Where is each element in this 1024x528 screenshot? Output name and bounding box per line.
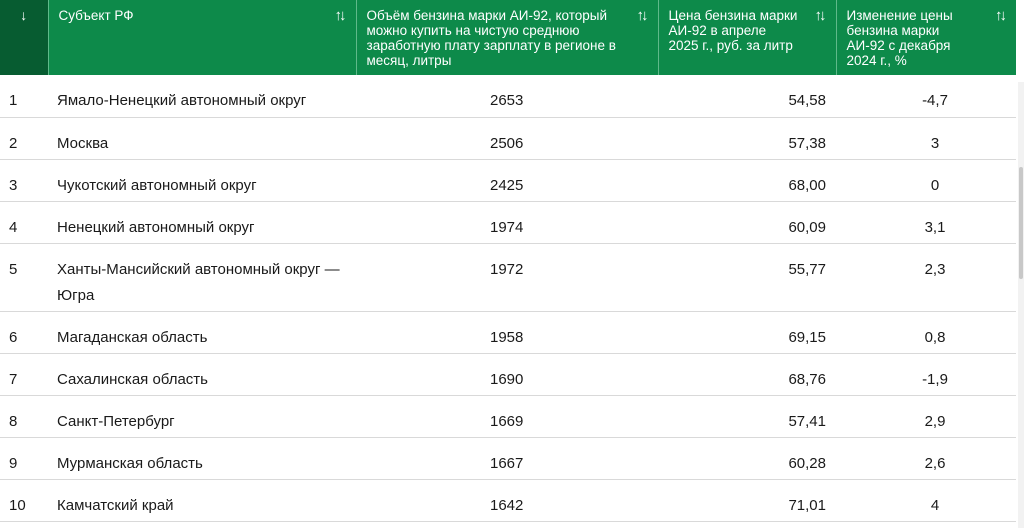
column-header-change[interactable]: Изменение цены бензина марки АИ-92 с дек… [836, 0, 1016, 75]
change-cell: 2,3 [836, 243, 1016, 312]
column-header-label: Субъект РФ [58, 8, 134, 23]
table-row: 8 Санкт-Петербург 1669 57,41 2,9 [0, 395, 1016, 438]
column-header-label: Цена бензина марки АИ-92 в апреле 2025 г… [668, 8, 798, 53]
sort-icon[interactable]: ↑↓ [637, 8, 649, 23]
price-cell: 54,58 [658, 75, 836, 118]
price-cell: 71,01 [658, 479, 836, 522]
change-cell: 3,1 [836, 201, 1016, 244]
row-number: 2 [0, 117, 48, 160]
column-header-subject[interactable]: Субъект РФ ↑↓ [48, 0, 357, 75]
column-header-label: Объём бензина марки АИ-92, который можно… [366, 8, 616, 68]
table-row: 1 Ямало-Ненецкий автономный округ 2653 5… [0, 75, 1016, 118]
vertical-scrollbar[interactable] [1018, 82, 1024, 528]
subject-cell: Москва [48, 117, 356, 160]
arrow-down-icon[interactable]: ↓ [20, 7, 27, 23]
row-number: 1 [0, 75, 48, 118]
price-cell: 57,38 [658, 117, 836, 160]
change-cell: 0,8 [836, 311, 1016, 354]
liters-cell: 1974 [356, 201, 658, 244]
liters-cell: 2425 [356, 159, 658, 202]
row-number: 5 [0, 243, 48, 312]
table-row: 7 Сахалинская область 1690 68,76 -1,9 [0, 353, 1016, 396]
table-row: 3 Чукотский автономный округ 2425 68,00 … [0, 159, 1016, 202]
subject-cell: Мурманская область [48, 437, 356, 480]
price-cell: 69,15 [658, 311, 836, 354]
table-row: 2 Москва 2506 57,38 3 [0, 117, 1016, 160]
liters-cell: 1669 [356, 395, 658, 438]
liters-cell: 2653 [356, 75, 658, 118]
row-number: 9 [0, 437, 48, 480]
subject-cell: Чукотский автономный округ [48, 159, 356, 202]
column-header-label: Изменение цены бензина марки АИ-92 с дек… [846, 8, 953, 68]
row-number: 8 [0, 395, 48, 438]
sort-icon[interactable]: ↑↓ [335, 8, 347, 23]
liters-cell: 1642 [356, 479, 658, 522]
table-body: 1 Ямало-Ненецкий автономный округ 2653 5… [0, 75, 1016, 522]
liters-cell: 2506 [356, 117, 658, 160]
sort-icon[interactable]: ↑↓ [815, 8, 827, 23]
liters-cell: 1972 [356, 243, 658, 312]
sort-icon[interactable]: ↑↓ [995, 8, 1007, 23]
gasoline-table: ↓ Субъект РФ ↑↓ Объём бензина марки АИ-9… [0, 0, 1016, 522]
price-cell: 68,76 [658, 353, 836, 396]
table-row: 9 Мурманская область 1667 60,28 2,6 [0, 437, 1016, 480]
change-cell: 2,9 [836, 395, 1016, 438]
column-header-price[interactable]: Цена бензина марки АИ-92 в апреле 2025 г… [658, 0, 837, 75]
subject-cell: Камчатский край [48, 479, 356, 522]
subject-cell: Сахалинская область [48, 353, 356, 396]
liters-cell: 1667 [356, 437, 658, 480]
liters-cell: 1690 [356, 353, 658, 396]
change-cell: 3 [836, 117, 1016, 160]
table-row: 6 Магаданская область 1958 69,15 0,8 [0, 311, 1016, 354]
price-cell: 57,41 [658, 395, 836, 438]
price-cell: 68,00 [658, 159, 836, 202]
scrollbar-thumb[interactable] [1019, 167, 1023, 279]
table-row: 5 Ханты-Мансийский автономный округ — Юг… [0, 243, 1016, 312]
subject-cell: Санкт-Петербург [48, 395, 356, 438]
price-cell: 55,77 [658, 243, 836, 312]
change-cell: -4,7 [836, 75, 1016, 118]
table-row: 4 Ненецкий автономный округ 1974 60,09 3… [0, 201, 1016, 244]
table-row: 10 Камчатский край 1642 71,01 4 [0, 479, 1016, 522]
price-cell: 60,09 [658, 201, 836, 244]
subject-cell: Ямало-Ненецкий автономный округ [48, 75, 356, 118]
row-number: 3 [0, 159, 48, 202]
liters-cell: 1958 [356, 311, 658, 354]
data-table-container: ↓ Субъект РФ ↑↓ Объём бензина марки АИ-9… [0, 0, 1024, 528]
column-header-liters[interactable]: Объём бензина марки АИ-92, который можно… [356, 0, 659, 75]
change-cell: -1,9 [836, 353, 1016, 396]
subject-cell: Магаданская область [48, 311, 356, 354]
subject-cell: Ханты-Мансийский автономный округ — Югра [48, 243, 356, 312]
row-number: 6 [0, 311, 48, 354]
change-cell: 2,6 [836, 437, 1016, 480]
change-cell: 4 [836, 479, 1016, 522]
table-header: ↓ Субъект РФ ↑↓ Объём бензина марки АИ-9… [0, 0, 1016, 75]
index-column-header[interactable]: ↓ [0, 0, 49, 75]
subject-cell: Ненецкий автономный округ [48, 201, 356, 244]
row-number: 10 [0, 479, 48, 522]
price-cell: 60,28 [658, 437, 836, 480]
change-cell: 0 [836, 159, 1016, 202]
row-number: 4 [0, 201, 48, 244]
row-number: 7 [0, 353, 48, 396]
